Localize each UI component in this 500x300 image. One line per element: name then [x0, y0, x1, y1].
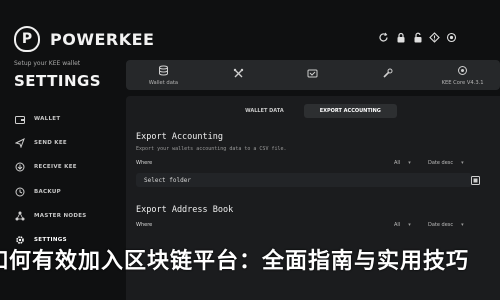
setup-subtitle: Setup your KEE wallet: [14, 60, 81, 67]
brand-logo-letter: P: [21, 31, 33, 47]
where-label: Where: [136, 222, 153, 228]
masternodes-icon: [14, 210, 26, 222]
subtab-export-accounting[interactable]: EXPORT ACCOUNTING: [303, 104, 397, 118]
chevron-down-icon: ▾: [461, 160, 464, 166]
brand-name: POWERKEE: [50, 29, 155, 49]
sidebar-item-label: MASTER NODES: [34, 212, 87, 219]
filter-select[interactable]: All ▾: [394, 220, 411, 230]
tab-tools[interactable]: [350, 60, 425, 90]
subtab-wallet-data[interactable]: WALLET DATA: [229, 104, 300, 118]
sidebar-item-send[interactable]: SEND KEE: [14, 131, 114, 155]
receive-icon: [14, 161, 26, 173]
sort-select[interactable]: Date desc ▾: [428, 158, 464, 168]
sync-icon[interactable]: [377, 31, 390, 44]
network-icon[interactable]: [445, 31, 458, 44]
wallet-data-icon: [157, 65, 169, 77]
brand-logo-icon: P: [14, 26, 40, 52]
toolbar-icons: [377, 31, 458, 44]
sidebar-item-backup[interactable]: BACKUP: [14, 180, 114, 204]
export-address-book-options: Where All ▾ Date desc ▾: [136, 220, 496, 230]
sidebar-item-label: BACKUP: [34, 188, 61, 195]
export-accounting-section: Export Accounting Export your wallets ac…: [136, 132, 496, 196]
tab-wallet-data[interactable]: Wallet data: [126, 60, 201, 90]
export-accounting-description: Export your wallets accounting data to a…: [136, 146, 287, 152]
tab-core[interactable]: KEE Core V4.3.1: [425, 60, 500, 90]
wallet-icon: [14, 113, 26, 125]
lock-icon[interactable]: [394, 31, 407, 44]
export-address-book-section: Export Address Book Where All ▾ Date des…: [136, 205, 496, 245]
app-window: P POWERKEE Setup your KEE wallet SETTING…: [0, 0, 500, 300]
export-accounting-title: Export Accounting: [136, 132, 223, 142]
display-icon: [232, 68, 244, 80]
sidebar-item-label: WALLET: [34, 116, 61, 123]
send-icon: [14, 137, 26, 149]
subtabs: WALLET DATA EXPORT ACCOUNTING: [126, 104, 500, 118]
page-title: SETTINGS: [14, 72, 102, 90]
sidebar-item-masternodes[interactable]: MASTER NODES: [14, 204, 114, 228]
export-address-book-title: Export Address Book: [136, 205, 234, 215]
tools-icon: [382, 68, 394, 80]
sort-value: Date desc: [428, 160, 454, 166]
sort-value: Date desc: [428, 222, 454, 228]
tab-label: Wallet data: [148, 79, 179, 86]
core-icon: [457, 65, 469, 77]
filter-value: All: [394, 222, 401, 228]
notification-icon[interactable]: [428, 31, 441, 44]
sidebar-item-label: SEND KEE: [34, 140, 67, 147]
sidebar-item-receive[interactable]: RECEIVE KEE: [14, 155, 114, 179]
tab-label: KEE Core V4.3.1: [441, 79, 484, 86]
folder-browse-icon[interactable]: [470, 175, 480, 185]
chevron-down-icon: ▾: [461, 222, 464, 228]
filter-value: All: [394, 160, 401, 166]
tab-security[interactable]: [276, 60, 351, 90]
sidebar-nav: WALLET SEND KEE RECEIVE KEE BACKUP MASTE…: [14, 107, 114, 252]
filter-select[interactable]: All ▾: [394, 158, 411, 168]
sidebar-item-label: RECEIVE KEE: [34, 164, 77, 171]
where-label: Where: [136, 160, 153, 166]
chevron-down-icon: ▾: [408, 222, 411, 228]
settings-tabs: Wallet data KEE Core V4.3.1: [126, 60, 500, 90]
unlock-icon[interactable]: [411, 31, 424, 44]
backup-icon: [14, 186, 26, 198]
select-folder-text: Select folder: [144, 176, 191, 184]
sort-select[interactable]: Date desc ▾: [428, 220, 464, 230]
export-accounting-options: Where All ▾ Date desc ▾: [136, 158, 496, 168]
security-icon: [307, 68, 319, 80]
chevron-down-icon: ▾: [408, 160, 411, 166]
sidebar-item-wallet[interactable]: WALLET: [14, 107, 114, 131]
tab-display[interactable]: [201, 60, 276, 90]
brand: P POWERKEE: [14, 26, 154, 52]
select-folder-field[interactable]: Select folder: [136, 173, 472, 187]
overlay-banner-text: 如何有效加入区块链平台：全面指南与实用技巧: [0, 248, 470, 274]
